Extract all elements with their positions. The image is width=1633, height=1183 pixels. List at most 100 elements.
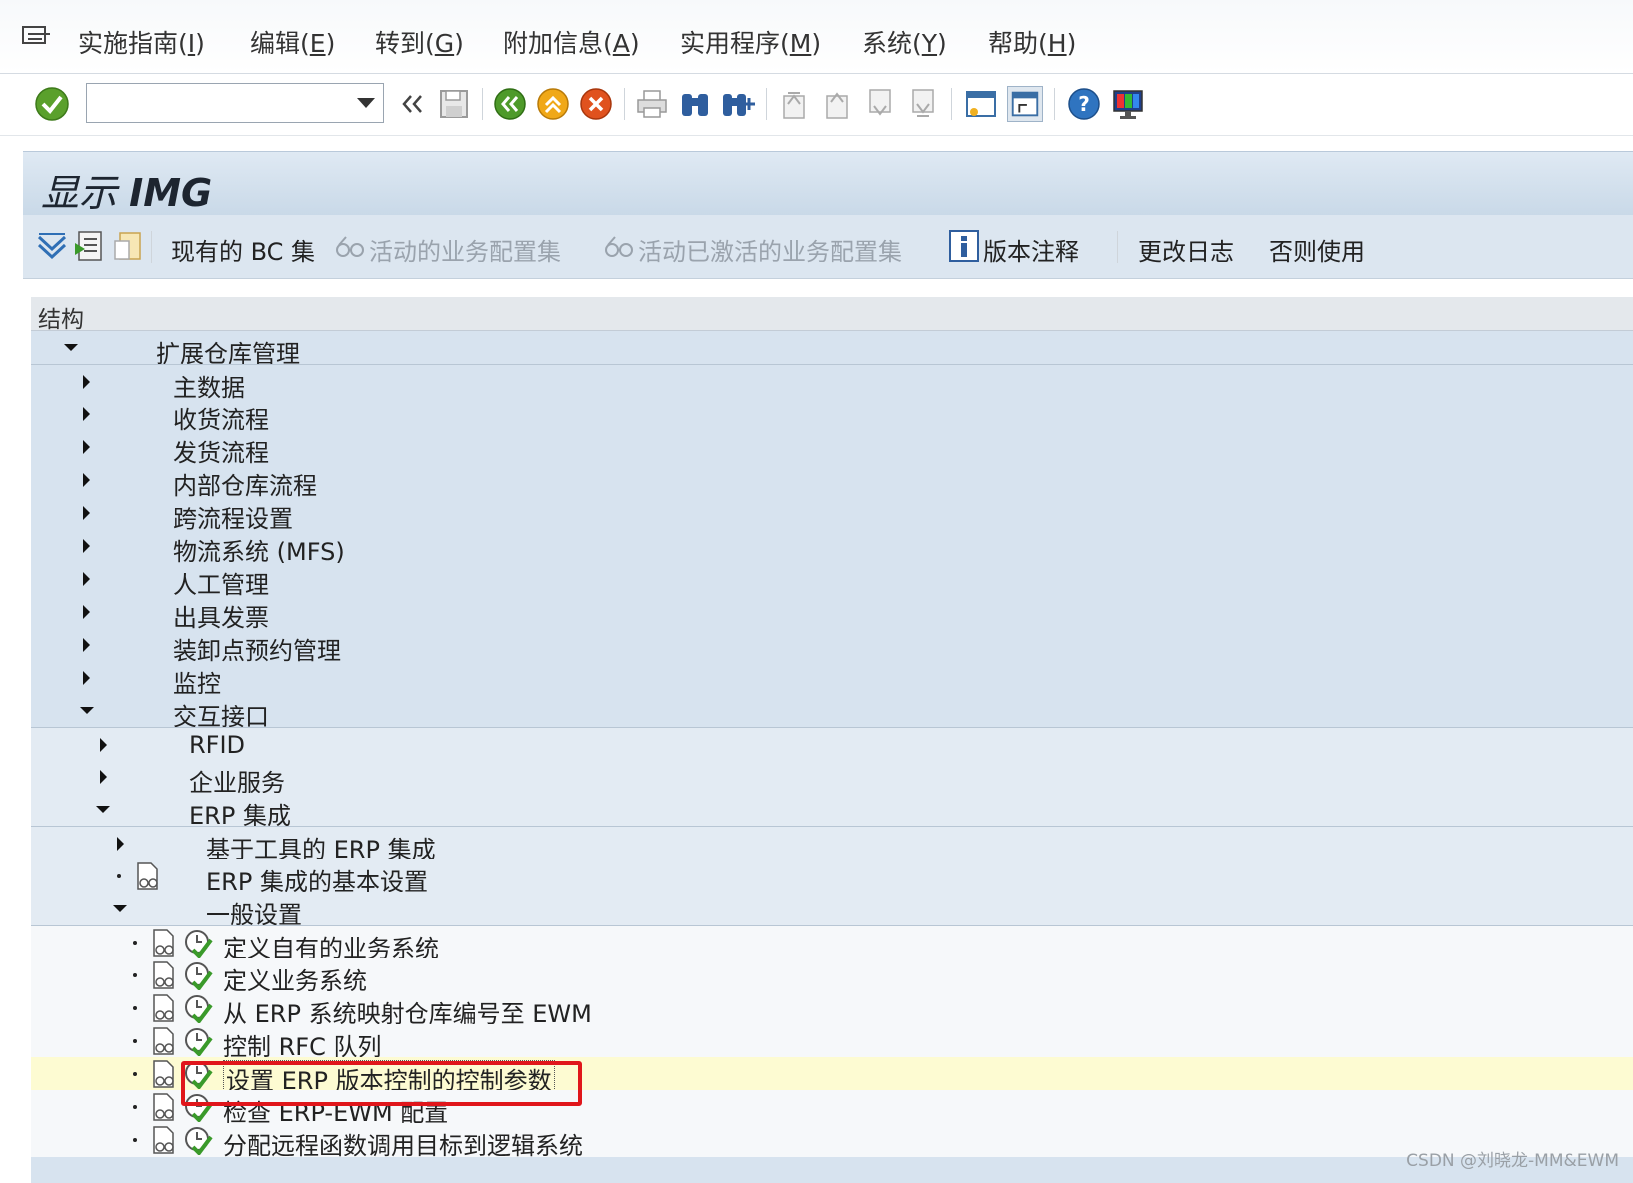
tree-node-activity[interactable]: 检查 ERP-EWM 配置 xyxy=(31,1090,1633,1127)
documentation-icon[interactable] xyxy=(150,928,178,958)
tree-node[interactable]: 基于工具的 ERP 集成 xyxy=(31,826,1633,864)
command-input[interactable] xyxy=(93,84,343,120)
chevron-down-icon[interactable] xyxy=(357,98,375,108)
execute-clock-icon[interactable] xyxy=(183,1026,213,1056)
tree-node[interactable]: 人工管理 xyxy=(31,562,1633,599)
toolbar-separator xyxy=(1054,88,1055,120)
menu-item-system[interactable]: 系统(Y) xyxy=(862,24,947,60)
tree-node-activity[interactable]: 控制 RFC 队列 xyxy=(31,1024,1633,1061)
execute-clock-icon[interactable] xyxy=(183,960,213,990)
execute-clock-icon[interactable] xyxy=(183,928,213,958)
expand-icon[interactable] xyxy=(83,572,90,586)
menu-item-goto[interactable]: 转到(G) xyxy=(375,24,464,60)
menu-item-edit[interactable]: 编辑(E) xyxy=(250,24,335,60)
expand-icon[interactable] xyxy=(83,473,90,487)
layout-icon[interactable] xyxy=(1110,86,1146,122)
collapse-icon[interactable] xyxy=(113,905,127,912)
first-page-icon[interactable] xyxy=(776,86,812,122)
expand-icon[interactable] xyxy=(83,638,90,652)
command-field[interactable] xyxy=(86,83,384,123)
tree-node[interactable]: 物流系统 (MFS) xyxy=(31,529,1633,566)
else-use-button[interactable]: 否则使用 xyxy=(1269,232,1365,267)
expand-icon[interactable] xyxy=(83,605,90,619)
tree-node[interactable]: 一般设置 xyxy=(31,892,1633,929)
execute-clock-icon[interactable] xyxy=(183,1092,213,1122)
last-page-icon[interactable] xyxy=(905,86,941,122)
page-title: 显示 IMG xyxy=(41,171,213,215)
menu-item-help[interactable]: 帮助(H) xyxy=(988,24,1076,60)
tree-node-activity[interactable]: 分配远程函数调用目标到逻辑系统 xyxy=(31,1123,1633,1160)
active-config-set-button[interactable]: 活动的业务配置集 xyxy=(369,232,561,267)
release-notes-button[interactable]: 版本注释 xyxy=(983,232,1079,267)
tree-node[interactable]: 装卸点预约管理 xyxy=(31,628,1633,665)
tree-node-activity[interactable]: 定义自有的业务系统 xyxy=(31,925,1633,963)
execute-clock-icon[interactable] xyxy=(183,1059,213,1089)
clipboard-icon[interactable] xyxy=(111,229,145,263)
expand-all-icon[interactable] xyxy=(35,229,69,263)
menu-item-extras[interactable]: 附加信息(A) xyxy=(503,24,640,60)
tree-node-activity[interactable]: 定义业务系统 xyxy=(31,958,1633,995)
back-icon[interactable] xyxy=(492,86,528,122)
expand-icon[interactable] xyxy=(100,770,107,784)
expand-icon[interactable] xyxy=(83,671,90,685)
change-log-button[interactable]: 更改日志 xyxy=(1138,232,1234,267)
bullet xyxy=(133,1138,137,1142)
documentation-icon[interactable] xyxy=(150,1125,178,1155)
expand-icon[interactable] xyxy=(100,738,107,752)
find-next-icon[interactable] xyxy=(720,86,756,122)
tree-node[interactable]: 发货流程 xyxy=(31,430,1633,467)
tree-node[interactable]: 收货流程 xyxy=(31,397,1633,434)
find-icon[interactable] xyxy=(677,86,713,122)
expand-icon[interactable] xyxy=(117,837,124,851)
tree-node[interactable]: ERP 集成 xyxy=(31,793,1633,830)
collapse-icon[interactable] xyxy=(96,806,110,813)
execute-clock-icon[interactable] xyxy=(183,993,213,1023)
documentation-icon[interactable] xyxy=(134,861,162,891)
toolbar-separator xyxy=(482,88,483,120)
documentation-icon[interactable] xyxy=(150,1026,178,1056)
expand-icon[interactable] xyxy=(83,506,90,520)
tree-node[interactable]: ERP 集成的基本设置 xyxy=(31,859,1633,896)
bullet xyxy=(133,1072,137,1076)
cancel-icon[interactable] xyxy=(578,86,614,122)
collapse-icon[interactable] xyxy=(64,344,78,351)
tree-node-activity[interactable]: 从 ERP 系统映射仓库编号至 EWM xyxy=(31,991,1633,1028)
active-activated-config-set-button[interactable]: 活动已激活的业务配置集 xyxy=(638,232,902,267)
save-icon[interactable] xyxy=(436,86,472,122)
tree-node[interactable]: 内部仓库流程 xyxy=(31,463,1633,500)
toolbar-separator xyxy=(1117,231,1118,263)
position-icon[interactable] xyxy=(73,229,107,263)
tree-node-root[interactable]: 扩展仓库管理 xyxy=(31,331,1633,368)
bc-set-button[interactable]: 现有的 BC 集 xyxy=(171,232,315,267)
shortcut-icon[interactable] xyxy=(1007,86,1043,122)
prev-page-icon[interactable] xyxy=(819,86,855,122)
documentation-icon[interactable] xyxy=(150,993,178,1023)
menu-item-implementation-guide[interactable]: 实施指南(I) xyxy=(78,24,205,60)
enter-icon[interactable] xyxy=(34,86,70,122)
tree-node[interactable]: 企业服务 xyxy=(31,760,1633,797)
documentation-icon[interactable] xyxy=(150,1092,178,1122)
expand-icon[interactable] xyxy=(83,440,90,454)
tree-node[interactable]: 交互接口 xyxy=(31,694,1633,731)
menu-item-utilities[interactable]: 实用程序(M) xyxy=(680,24,821,60)
tree-node[interactable]: 出具发票 xyxy=(31,595,1633,632)
expand-icon[interactable] xyxy=(83,407,90,421)
back-double-icon[interactable] xyxy=(395,86,431,122)
execute-clock-icon[interactable] xyxy=(183,1125,213,1155)
help-icon[interactable]: ? xyxy=(1066,86,1102,122)
exit-icon[interactable] xyxy=(535,86,571,122)
tree-node[interactable]: 跨流程设置 xyxy=(31,496,1633,533)
expand-icon[interactable] xyxy=(83,375,90,389)
expand-icon[interactable] xyxy=(83,539,90,553)
print-icon[interactable] xyxy=(634,86,670,122)
tree-node-activity-selected[interactable]: 设置 ERP 版本控制的控制参数 xyxy=(31,1057,1633,1097)
collapse-icon[interactable] xyxy=(80,707,94,714)
documentation-icon[interactable] xyxy=(150,960,178,990)
tree-node[interactable]: 主数据 xyxy=(31,364,1633,402)
documentation-icon[interactable] xyxy=(150,1059,178,1089)
new-session-icon[interactable] xyxy=(963,86,999,122)
menu-icon[interactable] xyxy=(22,26,52,50)
tree-node[interactable]: RFID xyxy=(31,727,1633,761)
tree-node[interactable]: 监控 xyxy=(31,661,1633,698)
next-page-icon[interactable] xyxy=(862,86,898,122)
